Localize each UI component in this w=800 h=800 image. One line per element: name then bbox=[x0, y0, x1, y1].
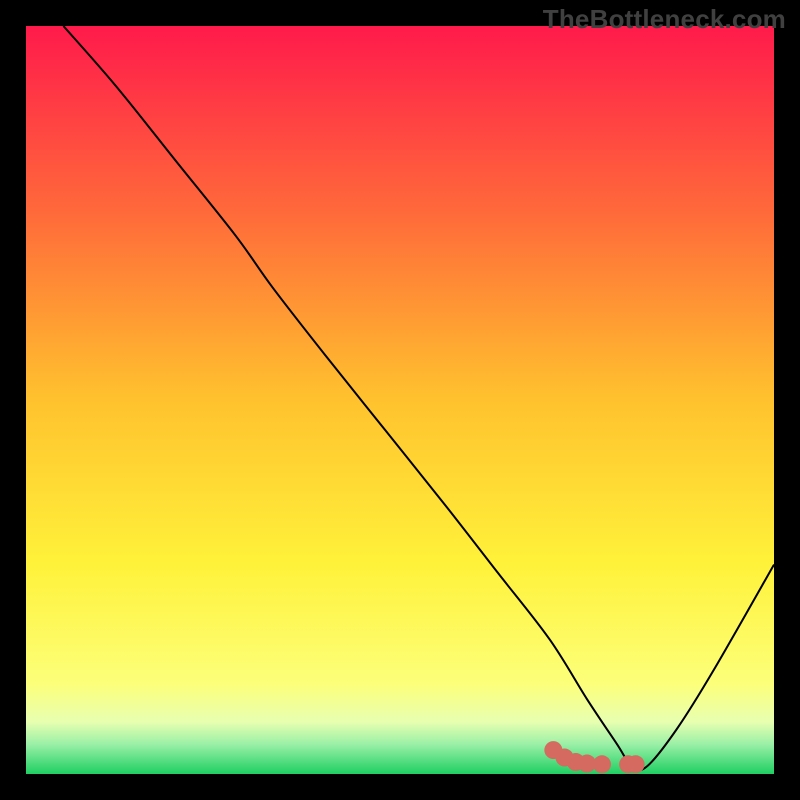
highlight-dot bbox=[593, 755, 611, 773]
plot-area bbox=[26, 26, 774, 774]
highlight-dot bbox=[627, 755, 645, 773]
chart-svg bbox=[26, 26, 774, 774]
chart-frame: TheBottleneck.com bbox=[0, 0, 800, 800]
watermark-text: TheBottleneck.com bbox=[543, 4, 786, 35]
gradient-background bbox=[26, 26, 774, 774]
